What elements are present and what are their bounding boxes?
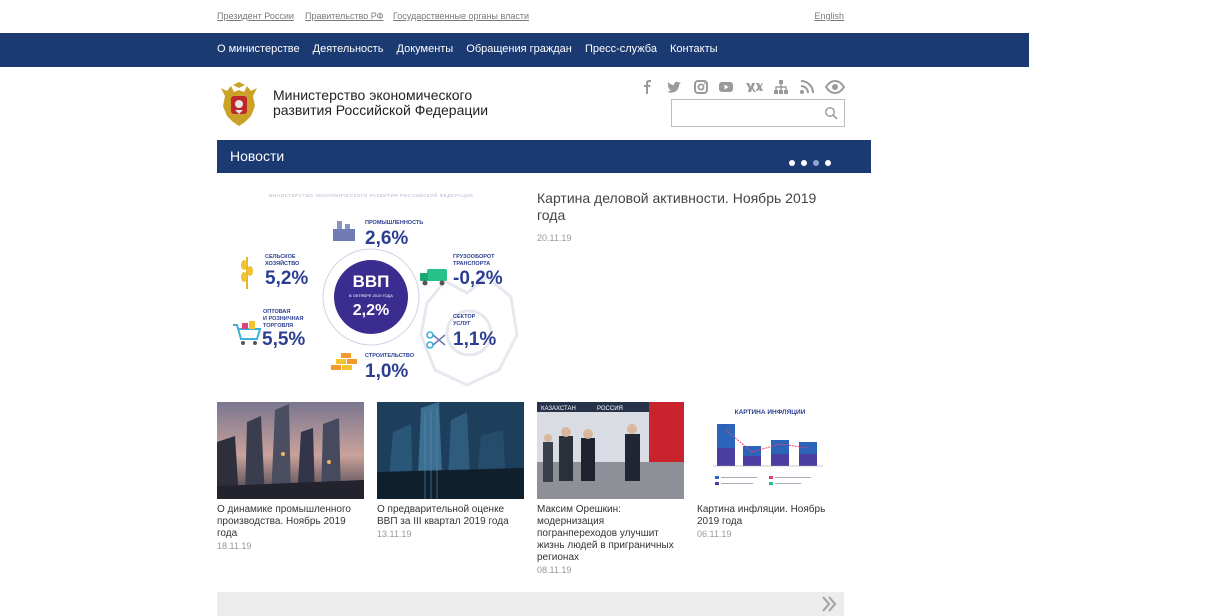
search-box — [671, 99, 845, 127]
gdp-label: ВВП — [353, 272, 390, 291]
sector-value: 5,5% — [262, 329, 305, 350]
news-pager — [217, 592, 844, 616]
gov-bodies-link[interactable]: Государственные органы власти — [393, 11, 529, 21]
slider-dot[interactable] — [789, 160, 795, 166]
sector-label: ТРАНСПОРТА — [453, 261, 490, 267]
news-card-title[interactable]: Максим Орешкин: модернизация погранперех… — [537, 504, 684, 564]
sector-value: 2,6% — [365, 228, 408, 249]
twitter-icon[interactable] — [666, 79, 682, 95]
news-card-date: 13.11.19 — [377, 529, 412, 539]
government-link[interactable]: Правительство РФ — [305, 11, 384, 21]
news-thumbnail[interactable]: КАЗАХСТАН РОССИЯ — [537, 402, 684, 499]
news-card[interactable]: КАРТИНА ИНФЛЯЦИИ Картина инфляции. Ноябр… — [697, 402, 844, 539]
news-card-title[interactable]: О предварительной оценке ВВП за III квар… — [377, 504, 524, 528]
eye-icon[interactable] — [824, 79, 846, 95]
sector-label: УСЛУГ — [453, 321, 472, 327]
nav-item-appeals[interactable]: Обращения граждан — [466, 43, 572, 55]
news-card-date: 18.11.19 — [217, 541, 252, 551]
sector-label: ХОЗЯЙСТВО — [265, 259, 300, 267]
sector-label: ОПТОВАЯ — [263, 309, 290, 315]
main-nav: О министерстве Деятельность Документы Об… — [0, 33, 1029, 67]
cart-icon — [233, 321, 262, 345]
gdp-infographic: МИНИСТЕРСТВО ЭКОНОМИЧЕСКОГО РАЗВИТИЯ РОС… — [233, 191, 519, 387]
sector-label: ПРОМЫШЛЕННОСТЬ — [365, 220, 423, 226]
ministry-name-line1: Министерство экономического — [273, 87, 473, 103]
truck-icon — [420, 269, 447, 286]
infographic-header: МИНИСТЕРСТВО ЭКОНОМИЧЕСКОГО РАЗВИТИЯ РОС… — [269, 191, 473, 198]
rss-icon[interactable] — [799, 79, 815, 95]
featured-news-date: 20.11.19 — [537, 233, 572, 243]
slider-dots — [783, 153, 831, 166]
news-card-title[interactable]: О динамике промышленного производства. Н… — [217, 504, 364, 540]
news-card-date: 06.11.19 — [697, 529, 732, 539]
bricks-icon — [331, 353, 357, 370]
news-section-title[interactable]: Новости — [230, 148, 284, 164]
wheat-icon — [241, 257, 253, 289]
coat-of-arms-icon — [221, 82, 257, 126]
sector-value: 1,1% — [453, 329, 496, 350]
ministry-name-line2: развития Российской Федерации — [273, 102, 489, 118]
news-card[interactable]: КАЗАХСТАН РОССИЯ Максим Орешкин: модерни… — [537, 402, 684, 575]
gdp-value: 2,2% — [353, 302, 389, 319]
nav-item-press[interactable]: Пресс-служба — [585, 43, 657, 55]
sector-label: И РОЗНИЧНАЯ — [263, 316, 304, 322]
sector-value: -0,2% — [453, 268, 503, 289]
youtube-icon[interactable] — [718, 79, 734, 95]
nav-item-contacts[interactable]: Контакты — [670, 43, 718, 55]
search-input[interactable] — [676, 104, 816, 122]
instagram-icon[interactable] — [693, 79, 709, 95]
industry-icon — [333, 221, 355, 241]
vk-icon[interactable] — [745, 79, 763, 95]
news-thumbnail[interactable]: КАРТИНА ИНФЛЯЦИИ — [697, 402, 844, 499]
sector-value: 1,0% — [365, 361, 408, 382]
scissors-icon — [426, 331, 446, 349]
slider-dot-active[interactable] — [813, 160, 819, 166]
double-chevron-right-icon[interactable] — [820, 595, 838, 613]
nav-item-documents[interactable]: Документы — [397, 43, 454, 55]
slider-dot[interactable] — [825, 160, 831, 166]
gdp-sub: В ОКТЯБРЕ 2019 ГОДА — [349, 293, 393, 298]
thumb-title: КАРТИНА ИНФЛЯЦИИ — [735, 409, 806, 416]
slider-dot[interactable] — [801, 160, 807, 166]
english-link[interactable]: English — [814, 11, 844, 21]
news-header: Новости — [217, 140, 871, 173]
news-card-date: 08.11.19 — [537, 565, 572, 575]
photo-banner-left: КАЗАХСТАН — [541, 406, 576, 412]
top-links: Президент России Правительство РФ Госуда… — [217, 11, 844, 23]
facebook-icon[interactable] — [640, 79, 656, 95]
sector-label: СЕКТОР — [453, 314, 476, 320]
featured-news-image[interactable]: МИНИСТЕРСТВО ЭКОНОМИЧЕСКОГО РАЗВИТИЯ РОС… — [217, 185, 525, 389]
news-card[interactable]: О предварительной оценке ВВП за III квар… — [377, 402, 524, 539]
sector-label: СТРОИТЕЛЬСТВО — [365, 353, 415, 359]
sector-label: СЕЛЬСКОЕ — [265, 254, 296, 260]
news-card[interactable]: О динамике промышленного производства. Н… — [217, 402, 364, 551]
news-thumbnail[interactable] — [377, 402, 524, 499]
sitemap-icon[interactable] — [773, 79, 789, 95]
sector-label: ГРУЗООБОРОТ — [453, 254, 495, 260]
news-card-title[interactable]: Картина инфляции. Ноябрь 2019 года — [697, 504, 844, 528]
ministry-name: Министерство экономического развития Рос… — [273, 88, 533, 118]
sector-value: 5,2% — [265, 268, 308, 289]
nav-item-activity[interactable]: Деятельность — [313, 43, 384, 55]
news-thumbnail[interactable] — [217, 402, 364, 499]
search-icon[interactable] — [824, 106, 838, 120]
photo-banner-right: РОССИЯ — [597, 406, 623, 412]
featured-news-title[interactable]: Картина деловой активности. Ноябрь 2019 … — [537, 190, 847, 224]
president-link[interactable]: Президент России — [217, 11, 294, 21]
nav-item-about[interactable]: О министерстве — [217, 43, 300, 55]
